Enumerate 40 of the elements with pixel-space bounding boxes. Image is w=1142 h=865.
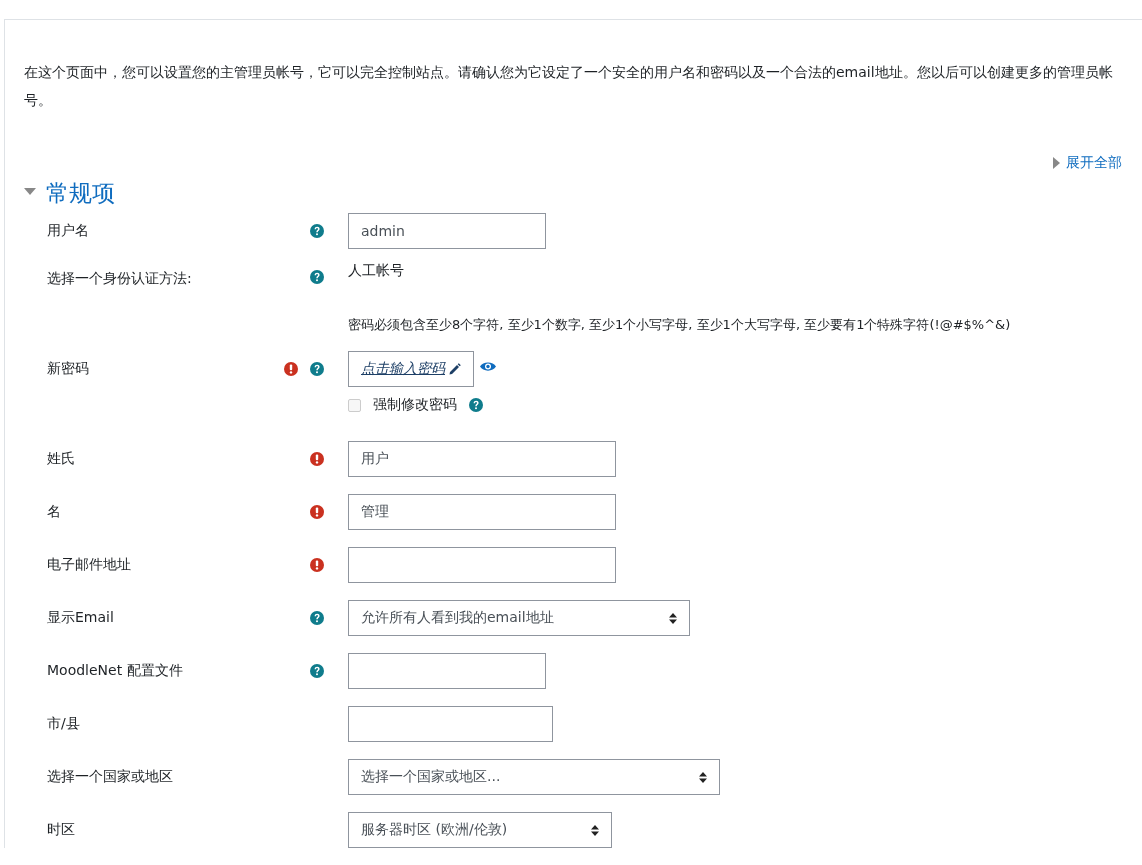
field-label: 新密码	[47, 360, 89, 376]
field-label: 市/县	[47, 715, 80, 731]
password-rules-text: 密码必须包含至少8个字符, 至少1个数字, 至少1个小写字母, 至少1个大写字母, 至少要有1个特殊字符(!@#$%^&)	[348, 316, 1011, 334]
text-field[interactable]	[348, 547, 616, 583]
eye-icon[interactable]	[480, 360, 496, 372]
help-icon[interactable]	[310, 270, 324, 284]
field-label: 姓氏	[47, 450, 75, 466]
field-label: 名	[47, 503, 61, 519]
dropdown[interactable]: 服务器时区 (欧洲/伦敦)	[348, 812, 612, 848]
section-toggle[interactable]: 常规项	[24, 178, 115, 209]
expand-all-link[interactable]: 展开全部	[1053, 154, 1122, 172]
help-icon[interactable]	[310, 362, 324, 376]
sort-arrows-icon	[699, 771, 707, 783]
intro-text: 在这个页面中，您可以设置您的主管理员帐号，它可以完全控制站点。请确认您为它设定了一个安全的用户名和密码以及一个合法的email地址。您以后可以创建更多的管理员帐号。	[24, 63, 1114, 110]
text-field[interactable]: 管理	[348, 494, 616, 530]
dropdown[interactable]: 选择一个国家或地区...	[348, 759, 720, 795]
checkbox-label[interactable]: 强制修改密码	[373, 396, 457, 414]
field-value: 人工帐号	[348, 262, 404, 280]
text-field[interactable]: 用户	[348, 441, 616, 477]
field-label: 选择一个身份认证方法:	[47, 270, 192, 286]
text-field[interactable]	[348, 653, 546, 689]
help-icon[interactable]	[310, 611, 324, 625]
field-label: 选择一个国家或地区	[47, 768, 173, 784]
help-icon[interactable]	[310, 224, 324, 238]
field-label: MoodleNet 配置文件	[47, 662, 183, 678]
help-icon[interactable]	[310, 664, 324, 678]
checkbox[interactable]	[348, 398, 361, 412]
pencil-icon	[449, 363, 461, 375]
field-label: 电子邮件地址	[47, 556, 131, 572]
field-label: 时区	[47, 821, 75, 837]
text-field[interactable]: admin	[348, 213, 546, 249]
field-label: 显示Email	[47, 609, 114, 625]
field-label: 用户名	[47, 222, 89, 238]
sort-arrows-icon	[591, 824, 599, 836]
text-field[interactable]	[348, 706, 553, 742]
password-field[interactable]: 点击输入密码	[348, 351, 474, 387]
dropdown[interactable]: 允许所有人看到我的email地址	[348, 600, 690, 636]
sort-arrows-icon	[669, 612, 677, 624]
triangle-right-icon	[1053, 157, 1060, 169]
help-icon[interactable]	[469, 398, 483, 412]
